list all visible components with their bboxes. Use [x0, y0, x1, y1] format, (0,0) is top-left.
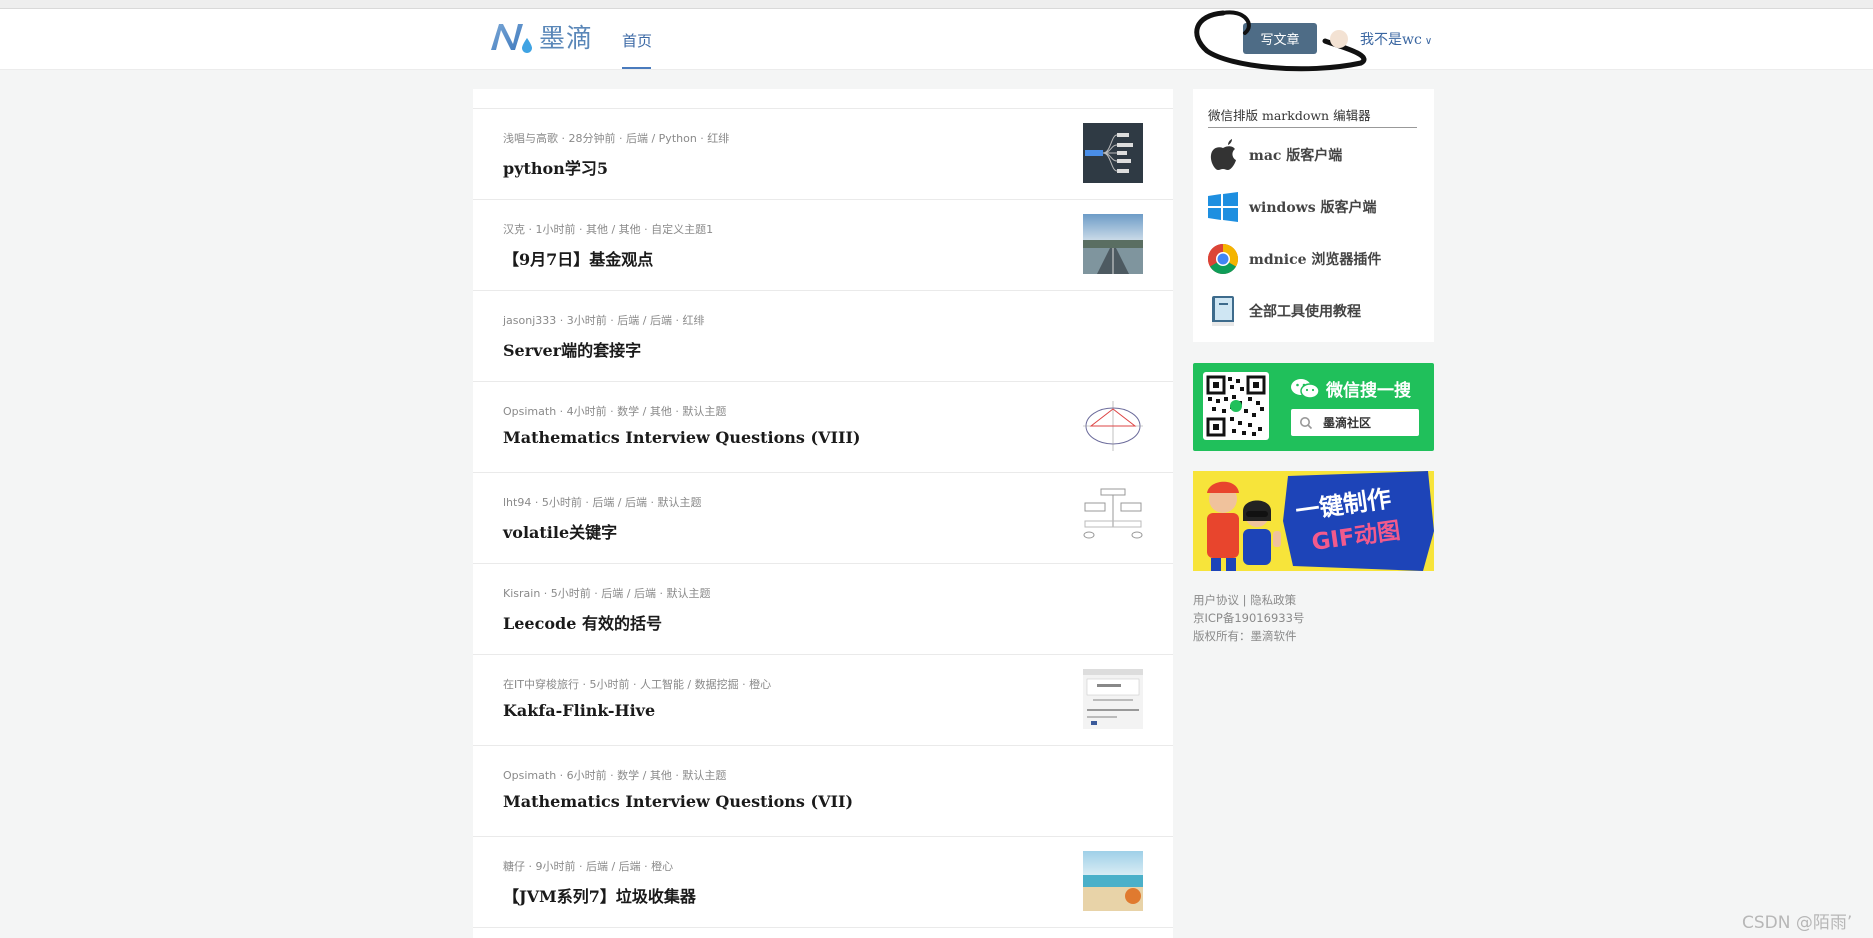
article-title[interactable]: Leecode 有效的括号 [503, 610, 662, 634]
tool-label: 全部工具使用教程 [1249, 304, 1361, 320]
article-thumbnail[interactable] [1083, 123, 1143, 183]
tool-label: mdnice 浏览器插件 [1249, 252, 1382, 268]
feed-article-item[interactable]: 糖仔 · 9小时前 · 后端 / 后端 · 橙心【JVM系列7】垃圾收集器 [473, 837, 1173, 928]
article-meta: lht94 · 5小时前 · 后端 / 后端 · 默认主题 [503, 496, 702, 509]
wechat-search-card[interactable]: 微信搜一搜 墨滴社区 [1193, 363, 1434, 451]
sidebar-footer: 用户协议 | 隐私政策 京ICP备19016933号 版权所有：墨滴软件 [1193, 591, 1304, 645]
username-label: 我不是wc [1360, 32, 1422, 48]
article-meta: 在IT中穿梭旅行 · 5小时前 · 人工智能 / 数据挖掘 · 橙心 [503, 678, 772, 691]
gif-maker-banner[interactable]: 一键制作 GIF动图 [1193, 471, 1434, 571]
copyright-text: 版权所有：墨滴软件 [1193, 629, 1297, 643]
tool-browser-extension[interactable]: mdnice 浏览器插件 [1207, 242, 1381, 276]
feed-article-item[interactable]: lht94 · 5小时前 · 后端 / 后端 · 默认主题 volatile关键字 [473, 473, 1173, 564]
logo-n-icon [491, 24, 532, 53]
user-menu[interactable]: 我不是wc ∨ [1360, 29, 1432, 49]
article-meta: Opsimath · 4小时前 · 数学 / 其他 · 默认主题 [503, 405, 727, 418]
feed-article-item[interactable]: jasonj333 · 3小时前 · 后端 / 后端 · 红绯 Server端的套… [473, 291, 1173, 382]
icp-record: 京ICP备19016933号 [1193, 611, 1305, 625]
tool-label: windows 版客户端 [1249, 200, 1377, 216]
browser-top-strip [0, 0, 1873, 9]
wechat-search-title: 微信搜一搜 [1290, 376, 1411, 401]
article-title[interactable]: Mathematics Interview Questions (VIII) [503, 428, 861, 447]
feed-article-item[interactable]: Opsimath · 4小时前 · 数学 / 其他 · 默认主题 Mathemat… [473, 382, 1173, 473]
wechat-search-label: 微信搜一搜 [1326, 381, 1411, 401]
chevron-down-icon: ∨ [1424, 36, 1433, 47]
article-title[interactable]: python学习5 [503, 155, 608, 179]
top-header [0, 9, 1873, 70]
article-title[interactable]: 【9月7日】基金观点 [503, 246, 653, 270]
wechat-search-query: 墨滴社区 [1323, 416, 1372, 430]
tool-label: mac 版客户端 [1249, 148, 1343, 164]
site-logo[interactable]: 墨滴 [487, 16, 593, 56]
qr-code [1203, 372, 1269, 440]
article-title[interactable]: Kakfa-Flink-Hive [503, 701, 655, 720]
tool-windows-client[interactable]: windows 版客户端 [1207, 190, 1376, 224]
footer-links[interactable]: 用户协议 | 隐私政策 [1193, 591, 1304, 609]
article-meta: Opsimath · 6小时前 · 数学 / 其他 · 默认主题 [503, 769, 727, 782]
apple-icon [1207, 139, 1239, 171]
feed-article-item[interactable]: 汉克 · 1小时前 · 其他 / 其他 · 自定义主题1 【9月7日】基金观点 [473, 200, 1173, 291]
article-meta: 汉克 · 1小时前 · 其他 / 其他 · 自定义主题1 [503, 223, 714, 236]
article-thumbnail[interactable] [1083, 214, 1143, 274]
article-meta: 糖仔 · 9小时前 · 后端 / 后端 · 橙心 [503, 860, 674, 873]
article-feed: 浅唱与高歌 · 28分钟前 · 后端 / Python · 红绯 python学习… [473, 89, 1173, 938]
article-meta: Kisrain · 5小时前 · 后端 / 后端 · 默认主题 [503, 587, 711, 600]
article-thumbnail[interactable] [1083, 669, 1143, 729]
tools-panel: 微信排版 markdown 编辑器 mac 版客户端 windows 版客户端 [1193, 89, 1434, 342]
article-title[interactable]: Mathematics Interview Questions (VII) [503, 792, 853, 811]
article-thumbnail[interactable] [1083, 396, 1143, 456]
logo-text: 墨滴 [539, 23, 594, 54]
wechat-icon [1291, 378, 1320, 399]
tool-tutorials[interactable]: 全部工具使用教程 [1207, 294, 1361, 328]
article-title[interactable]: 【JVM系列7】垃圾收集器 [503, 883, 696, 907]
tool-mac-client[interactable]: mac 版客户端 [1207, 138, 1342, 172]
feed-top-spacer [473, 89, 1173, 109]
book-icon [1207, 295, 1239, 327]
article-title[interactable]: Server端的套接字 [503, 337, 641, 361]
feed-article-item[interactable]: Opsimath · 6小时前 · 数学 / 其他 · 默认主题 Mathemat… [473, 746, 1173, 837]
chrome-icon [1207, 243, 1239, 275]
windows-icon [1207, 191, 1239, 223]
article-title[interactable]: volatile关键字 [503, 519, 617, 543]
feed-article-item[interactable]: 浅唱与高歌 · 28分钟前 · 后端 / Python · 红绯 python学习… [473, 109, 1173, 200]
feed-article-item[interactable]: 在IT中穿梭旅行 · 5小时前 · 人工智能 / 数据挖掘 · 橙心 Kakfa-… [473, 655, 1173, 746]
csdn-watermark: CSDN @陌雨’ [1742, 913, 1853, 933]
article-thumbnail[interactable] [1083, 487, 1143, 547]
write-article-button[interactable]: 写文章 [1243, 23, 1317, 54]
search-icon [1300, 416, 1313, 429]
article-thumbnail[interactable] [1083, 851, 1143, 911]
nav-home-active-indicator [622, 67, 651, 69]
nav-home-tab[interactable]: 首页 [622, 30, 652, 51]
tools-panel-heading: 微信排版 markdown 编辑器 [1208, 105, 1417, 128]
feed-article-item[interactable]: Kisrain · 5小时前 · 后端 / 后端 · 默认主题 Leecode 有… [473, 564, 1173, 655]
wechat-search-box[interactable]: 墨滴社区 [1291, 409, 1419, 436]
user-avatar[interactable] [1330, 30, 1348, 48]
article-meta: 浅唱与高歌 · 28分钟前 · 后端 / Python · 红绯 [503, 132, 730, 145]
article-meta: jasonj333 · 3小时前 · 后端 / 后端 · 红绯 [503, 314, 705, 327]
